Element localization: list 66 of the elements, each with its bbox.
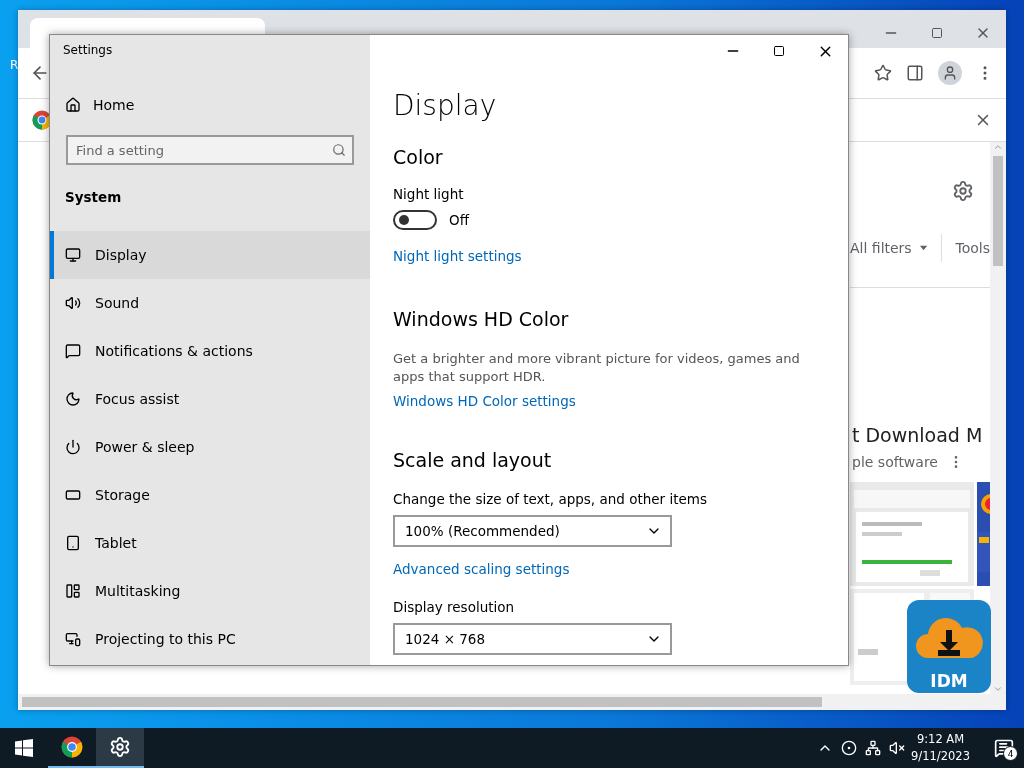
result-subtitle: ple software: [852, 454, 938, 470]
projector-monitor-icon: [65, 631, 81, 647]
nav-item[interactable]: Projecting to this PC: [50, 615, 370, 663]
section-heading: System: [65, 189, 123, 205]
caret-icon: [919, 245, 927, 251]
clock[interactable]: 9:12 AM 9/11/2023: [911, 731, 970, 765]
home-icon: [65, 97, 81, 113]
settings-link[interactable]: Night light settings: [393, 248, 522, 264]
dropdown[interactable]: 1024 × 768: [393, 623, 672, 655]
settings-icon[interactable]: [952, 180, 974, 202]
search-icon: [332, 143, 346, 157]
speaker-icon: [65, 295, 81, 311]
section-heading: Windows HD Color: [393, 308, 570, 330]
nav-item[interactable]: Storage: [50, 471, 370, 519]
window-title: Settings: [63, 43, 114, 57]
nav-item[interactable]: Tablet: [50, 519, 370, 567]
description: Get a brighter and more vibrant picture for videos, games and apps that support HDR.: [393, 350, 801, 386]
setting-label: Change the size of text, apps, and other items: [393, 491, 708, 507]
search-field[interactable]: Find a setting: [66, 135, 354, 165]
scrollbar-thumb[interactable]: [22, 697, 822, 707]
layout-icon: [65, 583, 81, 599]
scrollbar[interactable]: [18, 694, 1006, 710]
nav-item[interactable]: Power & sleep: [50, 423, 370, 471]
star-icon[interactable]: [874, 64, 892, 82]
side-panel-icon[interactable]: [906, 64, 924, 82]
gear-icon: [109, 736, 131, 758]
network-icon[interactable]: [865, 740, 882, 756]
scrollbar[interactable]: [990, 142, 1006, 694]
page-title: Display: [393, 89, 498, 122]
chrome-icon: [32, 110, 52, 130]
home-item[interactable]: Home: [65, 93, 370, 117]
nav-item[interactable]: Notifications & actions: [50, 327, 370, 375]
desktop-icon-label: R: [10, 58, 19, 72]
settings-link[interactable]: Windows HD Color settings: [393, 393, 576, 409]
filters-button[interactable]: All filters: [850, 240, 912, 256]
section-heading: Scale and layout: [393, 449, 553, 471]
nav-item[interactable]: Sound: [50, 279, 370, 327]
settings-link[interactable]: Advanced scaling settings: [393, 561, 570, 577]
tablet-icon: [65, 535, 81, 551]
record-icon[interactable]: [841, 740, 858, 756]
toggle-switch[interactable]: [393, 210, 437, 230]
power-icon: [65, 439, 81, 455]
chrome-icon: [61, 736, 83, 758]
settings-taskbar-button[interactable]: [96, 728, 144, 768]
nav-item[interactable]: Display: [50, 231, 370, 279]
nav-item[interactable]: Multitasking: [50, 567, 370, 615]
rectangle-icon: [65, 487, 81, 503]
notifications-button[interactable]: 4: [984, 738, 1024, 758]
logo-text: IDM: [930, 671, 968, 691]
result-title: t Download M: [852, 424, 984, 446]
profile-icon[interactable]: [938, 61, 962, 85]
monitor-icon: [65, 247, 81, 263]
notification-badge: 4: [1003, 746, 1018, 761]
scrollbar-thumb[interactable]: [993, 156, 1003, 266]
section-heading: Color: [393, 146, 444, 168]
tools-button[interactable]: Tools: [955, 240, 990, 256]
toggle-state: Off: [449, 212, 469, 228]
start-icon[interactable]: [15, 739, 33, 757]
message-icon: [65, 343, 81, 359]
moon-icon: [65, 391, 81, 407]
setting-label: Display resolution: [393, 599, 516, 615]
dropdown[interactable]: 100% (Recommended): [393, 515, 672, 547]
setting-label: Night light: [393, 186, 465, 202]
nav-item[interactable]: Focus assist: [50, 375, 370, 423]
muted-speaker-icon[interactable]: [889, 740, 906, 756]
message-icon: [994, 738, 1014, 758]
